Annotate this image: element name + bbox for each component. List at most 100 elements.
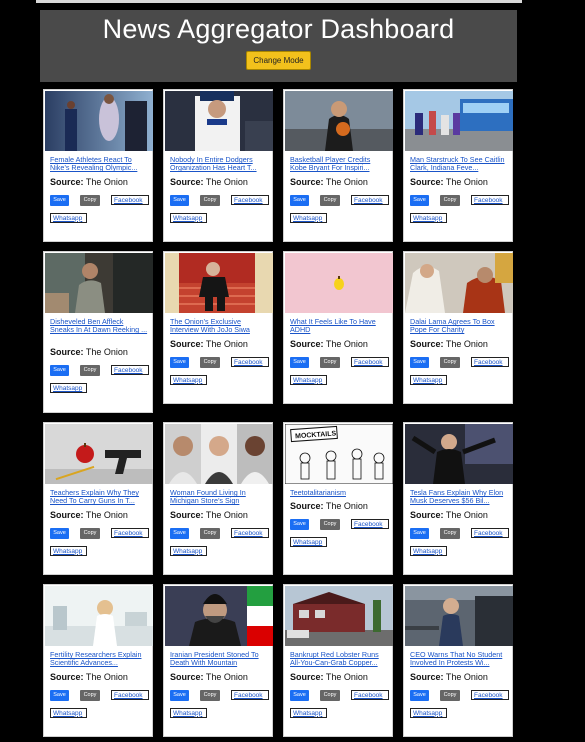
- article-thumbnail[interactable]: [165, 91, 273, 151]
- copy-button[interactable]: Copy: [320, 519, 340, 531]
- facebook-share-button[interactable]: Facebook: [351, 194, 389, 205]
- copy-button[interactable]: Copy: [320, 194, 340, 206]
- facebook-share-button[interactable]: Facebook: [111, 689, 149, 700]
- whatsapp-share-button[interactable]: Whatsapp: [170, 212, 207, 223]
- whatsapp-share-button[interactable]: Whatsapp: [290, 212, 327, 223]
- facebook-share-button[interactable]: Facebook: [351, 689, 389, 700]
- whatsapp-share-button[interactable]: Whatsapp: [290, 537, 327, 548]
- article-thumbnail[interactable]: [45, 586, 153, 646]
- article-thumbnail[interactable]: [285, 91, 393, 151]
- whatsapp-share-button[interactable]: Whatsapp: [170, 545, 207, 556]
- copy-button[interactable]: Copy: [80, 364, 100, 376]
- article-title-link[interactable]: Fertility Researchers Explain Scientific…: [50, 650, 148, 668]
- facebook-share-button[interactable]: Facebook: [231, 689, 269, 700]
- facebook-share-button[interactable]: Facebook: [231, 527, 269, 538]
- facebook-share-button[interactable]: Facebook: [471, 527, 509, 538]
- article-title-link[interactable]: Iranian President Stoned To Death With M…: [170, 650, 268, 668]
- article-thumbnail[interactable]: [45, 424, 153, 484]
- copy-button[interactable]: Copy: [440, 527, 460, 539]
- facebook-share-button[interactable]: Facebook: [471, 194, 509, 205]
- article-thumbnail[interactable]: [285, 253, 393, 313]
- facebook-share-button[interactable]: Facebook: [471, 689, 509, 700]
- whatsapp-share-button[interactable]: Whatsapp: [50, 382, 87, 393]
- change-mode-button[interactable]: Change Mode: [246, 51, 311, 70]
- article-title-link[interactable]: Nobody In Entire Dodgers Organization Ha…: [170, 155, 268, 173]
- article-thumbnail[interactable]: [285, 586, 393, 646]
- facebook-share-button[interactable]: Facebook: [231, 356, 269, 367]
- article-title-link[interactable]: CEO Warns That No Student Involved In Pr…: [410, 650, 508, 668]
- article-title-link[interactable]: Female Athletes React To Nike’s Revealin…: [50, 155, 148, 173]
- save-button[interactable]: Save: [410, 527, 429, 539]
- article-title-link[interactable]: Dalai Lama Agrees To Box Pope For Charit…: [410, 317, 508, 335]
- whatsapp-share-button[interactable]: Whatsapp: [290, 707, 327, 718]
- save-button[interactable]: Save: [290, 519, 309, 531]
- article-title-link[interactable]: Man Starstruck To See Caitlin Clark, Ind…: [410, 155, 508, 173]
- facebook-share-button[interactable]: Facebook: [111, 194, 149, 205]
- whatsapp-share-button[interactable]: Whatsapp: [410, 374, 447, 385]
- save-button[interactable]: Save: [410, 194, 429, 206]
- copy-button[interactable]: Copy: [200, 527, 220, 539]
- whatsapp-share-button[interactable]: Whatsapp: [50, 545, 87, 556]
- article-thumbnail[interactable]: [405, 586, 513, 646]
- save-button[interactable]: Save: [290, 689, 309, 701]
- save-button[interactable]: Save: [170, 356, 189, 368]
- whatsapp-share-button[interactable]: Whatsapp: [170, 707, 207, 718]
- copy-button[interactable]: Copy: [80, 194, 100, 206]
- copy-button[interactable]: Copy: [440, 194, 460, 206]
- copy-button[interactable]: Copy: [200, 689, 220, 701]
- article-thumbnail[interactable]: [45, 91, 153, 151]
- copy-button[interactable]: Copy: [200, 356, 220, 368]
- save-button[interactable]: Save: [410, 356, 429, 368]
- article-title-link[interactable]: Teachers Explain Why They Need To Carry …: [50, 488, 148, 506]
- save-button[interactable]: Save: [410, 689, 429, 701]
- copy-button[interactable]: Copy: [320, 356, 340, 368]
- article-title-link[interactable]: Woman Found Living In Michigan Store’s S…: [170, 488, 268, 506]
- article-title-link[interactable]: Basketball Player Credits Kobe Bryant Fo…: [290, 155, 388, 173]
- article-thumbnail[interactable]: [405, 91, 513, 151]
- facebook-share-button[interactable]: Facebook: [471, 356, 509, 367]
- save-button[interactable]: Save: [170, 689, 189, 701]
- copy-button[interactable]: Copy: [80, 527, 100, 539]
- article-title-link[interactable]: What It Feels Like To Have ADHD: [290, 317, 388, 335]
- article-title-link[interactable]: Tesla Fans Explain Why Elon Musk Deserve…: [410, 488, 508, 506]
- whatsapp-share-button[interactable]: Whatsapp: [50, 707, 87, 718]
- article-thumbnail[interactable]: [45, 253, 153, 313]
- save-button[interactable]: Save: [50, 689, 69, 701]
- whatsapp-share-button[interactable]: Whatsapp: [290, 374, 327, 385]
- whatsapp-share-button[interactable]: Whatsapp: [410, 707, 447, 718]
- article-title-link[interactable]: Teetotalitarianism: [290, 488, 388, 497]
- facebook-share-button[interactable]: Facebook: [351, 356, 389, 367]
- article-thumbnail[interactable]: [165, 586, 273, 646]
- facebook-share-button[interactable]: Facebook: [231, 194, 269, 205]
- article-thumbnail[interactable]: [405, 424, 513, 484]
- save-button[interactable]: Save: [50, 364, 69, 376]
- save-button[interactable]: Save: [170, 194, 189, 206]
- facebook-share-button[interactable]: Facebook: [111, 527, 149, 538]
- article-thumbnail[interactable]: [165, 253, 273, 313]
- copy-button[interactable]: Copy: [440, 689, 460, 701]
- article-thumbnail[interactable]: [405, 253, 513, 313]
- copy-button[interactable]: Copy: [200, 194, 220, 206]
- article-title-link[interactable]: Bankrupt Red Lobster Runs All-You-Can-Gr…: [290, 650, 388, 668]
- whatsapp-share-button[interactable]: Whatsapp: [170, 374, 207, 385]
- article-thumbnail[interactable]: MOCKTAILS: [285, 424, 393, 484]
- facebook-share-button[interactable]: Facebook: [111, 364, 149, 375]
- save-button[interactable]: Save: [50, 527, 69, 539]
- copy-button[interactable]: Copy: [440, 356, 460, 368]
- whatsapp-share-button[interactable]: Whatsapp: [410, 212, 447, 223]
- article-title-link[interactable]: Disheveled Ben Affleck Sneaks In At Dawn…: [50, 317, 148, 335]
- article-source: Source: The Onion: [410, 672, 488, 682]
- whatsapp-share-button[interactable]: Whatsapp: [50, 212, 87, 223]
- copy-button[interactable]: Copy: [320, 689, 340, 701]
- save-button[interactable]: Save: [170, 527, 189, 539]
- article-thumbnail[interactable]: [165, 424, 273, 484]
- article-source: Source: The Onion: [290, 339, 368, 349]
- article-title-link[interactable]: The Onion’s Exclusive Interview With JoJ…: [170, 317, 268, 335]
- save-button[interactable]: Save: [290, 356, 309, 368]
- save-button[interactable]: Save: [290, 194, 309, 206]
- whatsapp-share-button[interactable]: Whatsapp: [410, 545, 447, 556]
- facebook-share-button[interactable]: Facebook: [351, 519, 389, 530]
- save-button[interactable]: Save: [50, 194, 69, 206]
- source-label: Source:: [290, 176, 324, 187]
- copy-button[interactable]: Copy: [80, 689, 100, 701]
